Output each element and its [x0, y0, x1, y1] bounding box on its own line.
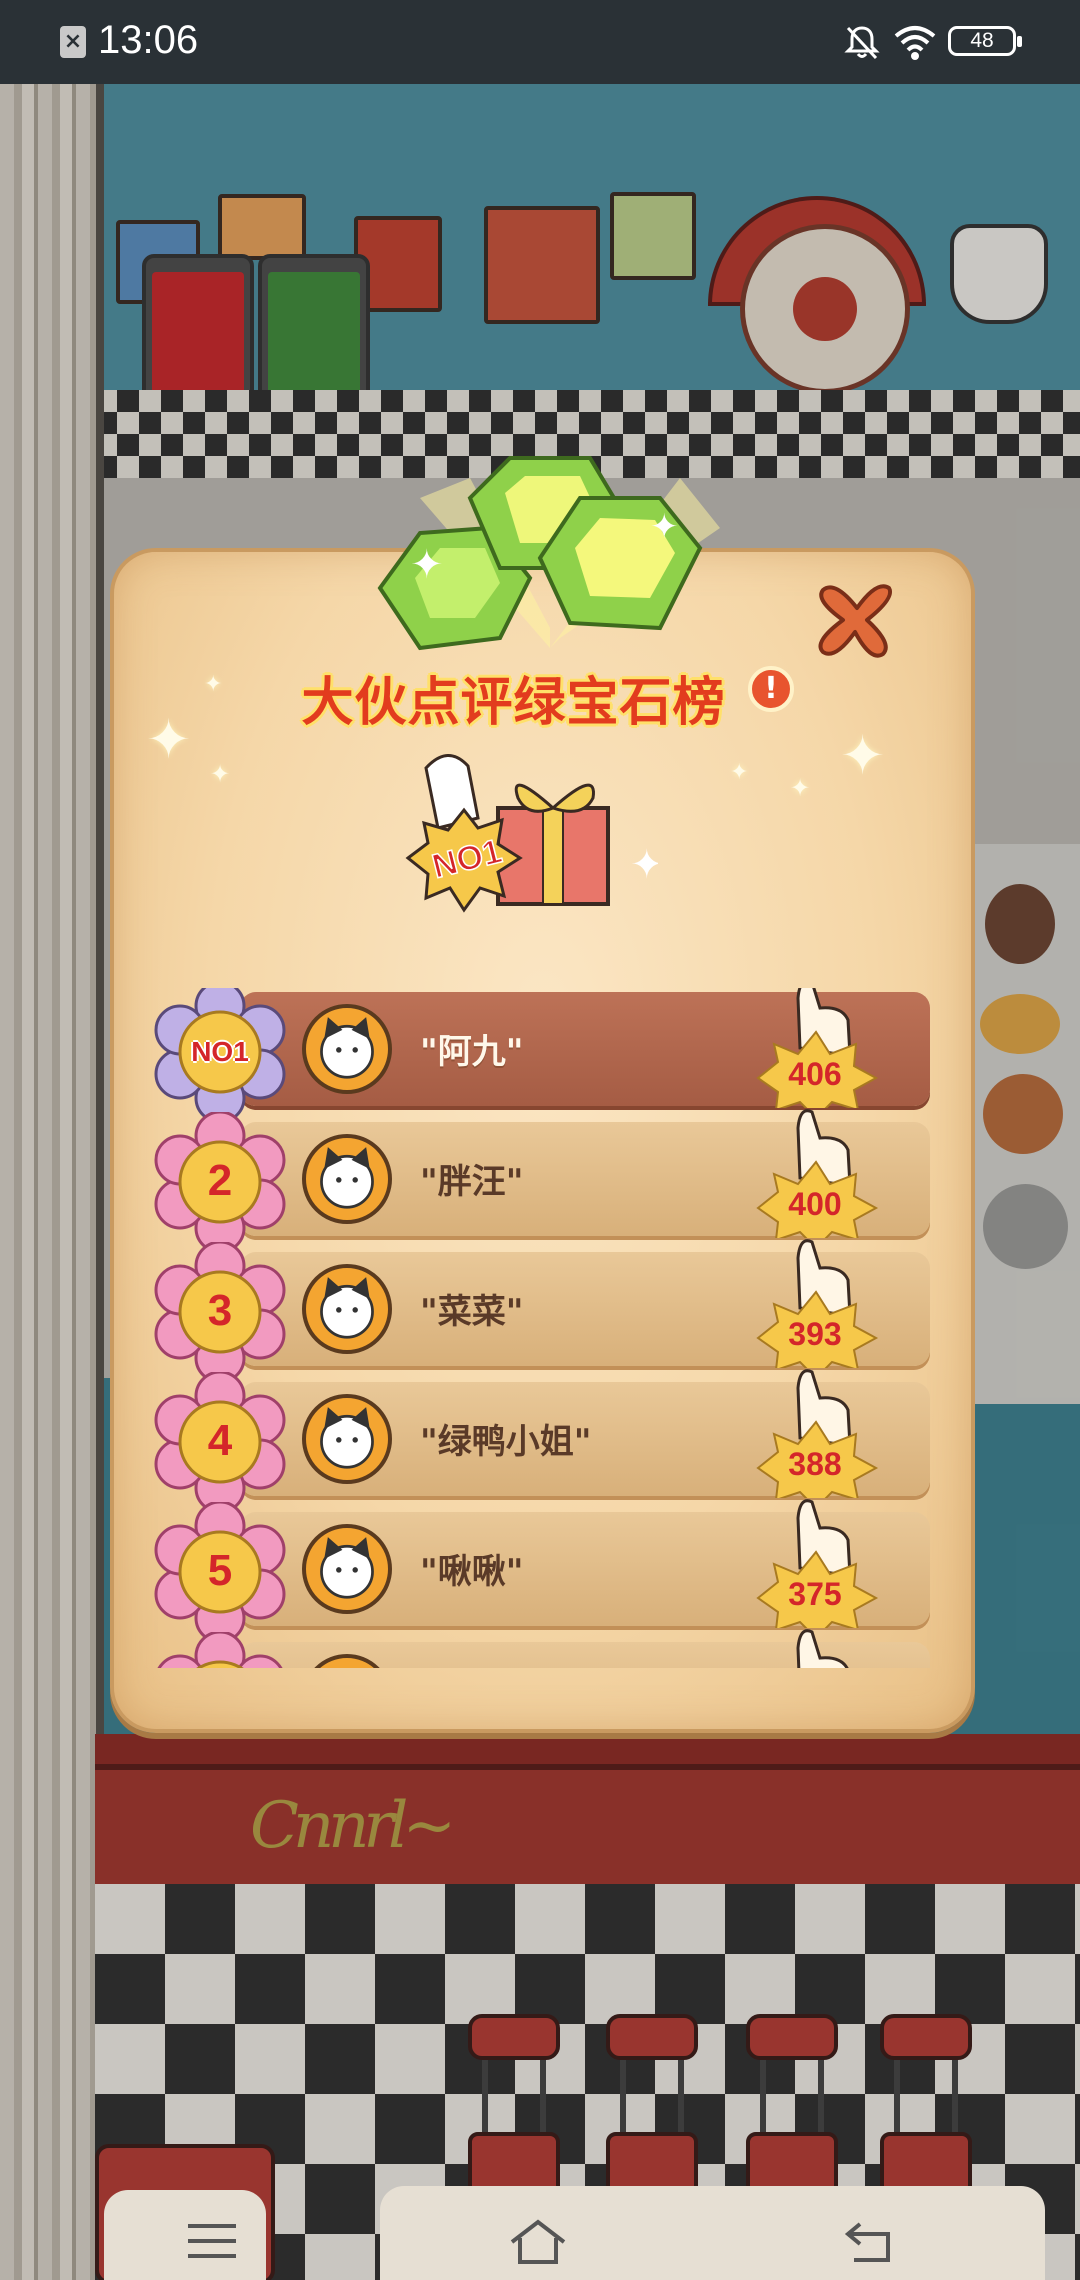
player-name: "阿九": [420, 1032, 524, 1072]
like-count: 400: [788, 1186, 842, 1222]
rank-label: 5: [207, 1546, 233, 1595]
status-bar: × 13:06 48: [0, 0, 1080, 84]
sparkle-decoration: ✦: [730, 760, 749, 785]
rank-label: 2: [207, 1156, 233, 1205]
cat-avatar: [302, 1004, 392, 1094]
home-icon[interactable]: [508, 2216, 568, 2266]
svg-text:✦: ✦: [410, 542, 444, 588]
player-name: "胖汪": [420, 1162, 524, 1202]
bell-muted-icon: [844, 26, 880, 60]
green-gems-icon: ✦ ✦: [377, 456, 720, 651]
sparkle-decoration: ✦: [210, 760, 231, 788]
rank-badge-flower: [157, 1632, 283, 1668]
gift-box-icon: NO1 ✦: [405, 754, 658, 913]
ranking-row-partial: [150, 1629, 930, 1668]
menu-icon[interactable]: [182, 2216, 242, 2266]
rank-label: 4: [207, 1416, 233, 1465]
ranking-row: 5 "啾啾" 375: [150, 1499, 930, 1642]
ranking-list[interactable]: NO1 "阿九" 406 2 "胖汪" 400 3 "菜菜" 393 4 "绿鸭…: [150, 988, 930, 1668]
status-time: 13:06: [98, 18, 199, 62]
player-name: "菜菜": [420, 1292, 524, 1332]
cat-avatar: [302, 1524, 392, 1614]
thumbs-up-icon: [796, 1629, 849, 1668]
player-name: "绿鸭小姐": [420, 1422, 592, 1462]
back-icon[interactable]: [840, 2216, 900, 2266]
close-notification-icon[interactable]: ×: [60, 26, 86, 58]
cat-avatar: [302, 1394, 392, 1484]
svg-text:✦: ✦: [630, 842, 658, 888]
rank-label: NO1: [191, 1036, 249, 1067]
navigation-bar: [0, 2186, 1080, 2280]
like-count: 375: [788, 1576, 842, 1612]
ranking-row: 4 "绿鸭小姐" 388: [150, 1369, 930, 1512]
ranking-row: 2 "胖汪" 400: [150, 1109, 930, 1252]
ranking-row: NO1 "阿九" 406: [150, 988, 930, 1122]
wifi-icon: [894, 26, 936, 60]
sparkle-decoration: ✦: [204, 672, 223, 697]
sparkle-decoration: ✦: [840, 724, 886, 787]
cat-avatar: [302, 1264, 392, 1354]
sparkle-decoration: ✦: [790, 774, 811, 802]
nav-main-panel: [380, 2186, 1045, 2280]
sparkle-decoration: ✦: [146, 708, 192, 771]
player-name: "啾啾": [420, 1552, 524, 1592]
svg-text:✦: ✦: [650, 507, 679, 547]
ranking-row: 3 "菜菜" 393: [150, 1239, 930, 1382]
emerald-leaderboard-dialog: ✦ ✦ 大伙点评绿宝石榜 ! ✦ ✦ ✦ ✦ ✦ ✦ NO1 ✦ NO1 "阿九…: [110, 456, 975, 1733]
close-icon[interactable]: [805, 568, 905, 668]
rank-label: 3: [207, 1286, 233, 1335]
info-button[interactable]: !: [748, 666, 794, 712]
like-count: 406: [788, 1056, 842, 1092]
cat-avatar: [302, 1134, 392, 1224]
dialog-title-text: 大伙点评绿宝石榜: [301, 673, 726, 733]
like-count: 388: [788, 1446, 842, 1482]
battery-icon: 48: [948, 26, 1022, 56]
like-count: 393: [788, 1316, 842, 1352]
